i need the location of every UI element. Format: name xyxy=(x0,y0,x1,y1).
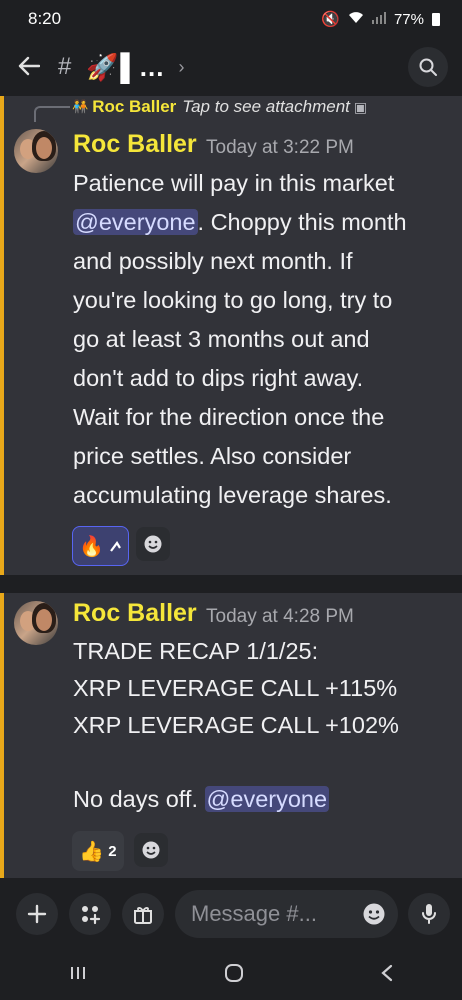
status-time: 8:20 xyxy=(28,9,62,28)
message-divider xyxy=(0,575,462,593)
thumbs-up-icon: 👍 xyxy=(79,840,105,863)
channel-emoji[interactable]: 🚀 xyxy=(86,52,118,83)
message-input[interactable]: Message #... xyxy=(175,890,398,938)
add-reaction-button[interactable] xyxy=(136,527,170,561)
message-composer: Message #... xyxy=(0,878,462,950)
add-button[interactable] xyxy=(16,893,58,935)
message-feed[interactable]: 🧑‍🤝‍🧑 Roc Baller Tap to see attachment ▣… xyxy=(0,96,462,878)
cursor-icon xyxy=(110,541,121,552)
channel-name[interactable]: ▌... xyxy=(120,52,164,83)
microphone-icon xyxy=(422,904,436,924)
back-arrow-icon[interactable] xyxy=(18,52,52,83)
signal-icon xyxy=(371,11,386,28)
battery-text: 77% xyxy=(393,10,424,28)
smile-icon xyxy=(363,903,385,925)
battery-icon xyxy=(432,12,440,26)
message-timestamp: Today at 3:22 PM xyxy=(206,137,354,158)
gift-icon xyxy=(134,907,152,924)
message-input-placeholder: Message #... xyxy=(191,901,317,926)
message-author[interactable]: Roc Baller xyxy=(73,599,197,628)
chevron-right-icon[interactable]: › xyxy=(178,57,184,78)
back-icon[interactable] xyxy=(380,963,394,988)
plus-icon xyxy=(27,904,47,924)
system-nav-bar xyxy=(0,950,462,1000)
wifi-icon xyxy=(348,11,364,28)
reply-author: Roc Baller xyxy=(92,97,177,116)
avatar[interactable] xyxy=(14,129,58,173)
channel-hash-icon: # xyxy=(58,53,72,80)
recent-apps-icon[interactable] xyxy=(68,965,88,986)
search-icon xyxy=(419,58,437,76)
mention-everyone[interactable]: @everyone xyxy=(204,786,330,812)
avatar[interactable] xyxy=(14,601,58,645)
channel-header: # 🚀 ▌... › xyxy=(0,38,462,96)
apps-icon xyxy=(82,906,101,925)
emoji-button[interactable] xyxy=(360,900,388,928)
reaction-thumbs-up[interactable]: 👍 2 xyxy=(72,831,124,871)
status-icons: 🔇 77% xyxy=(321,10,440,28)
apps-button[interactable] xyxy=(69,893,111,935)
image-icon: ▣ xyxy=(353,98,368,115)
smile-icon xyxy=(144,535,162,553)
status-bar: 8:20 🔇 77% xyxy=(0,0,462,38)
message-content: TRADE RECAP 1/1/25: XRP LEVERAGE CALL +1… xyxy=(73,638,399,812)
highlight-gutter xyxy=(0,96,4,878)
mention-everyone[interactable]: @everyone xyxy=(73,209,198,235)
message-timestamp: Today at 4:28 PM xyxy=(206,606,354,627)
voice-button[interactable] xyxy=(408,893,450,935)
gift-button[interactable] xyxy=(122,893,164,935)
message-author[interactable]: Roc Baller xyxy=(73,130,197,159)
reply-avatar: 🧑‍🤝‍🧑 xyxy=(72,99,89,114)
mute-icon: 🔇 xyxy=(321,11,340,28)
reaction-count: 2 xyxy=(108,842,117,860)
reply-preview[interactable]: 🧑‍🤝‍🧑 Roc Baller Tap to see attachment ▣ xyxy=(38,96,367,118)
reaction-fire[interactable]: 🔥 xyxy=(72,526,129,566)
message-content: Patience will pay in this market @everyo… xyxy=(73,170,407,508)
search-button[interactable] xyxy=(408,47,448,87)
reply-text: Tap to see attachment xyxy=(182,97,350,116)
smile-icon xyxy=(142,841,160,859)
home-icon[interactable] xyxy=(223,962,245,989)
fire-icon: 🔥 xyxy=(79,535,104,558)
add-reaction-button[interactable] xyxy=(134,833,168,867)
